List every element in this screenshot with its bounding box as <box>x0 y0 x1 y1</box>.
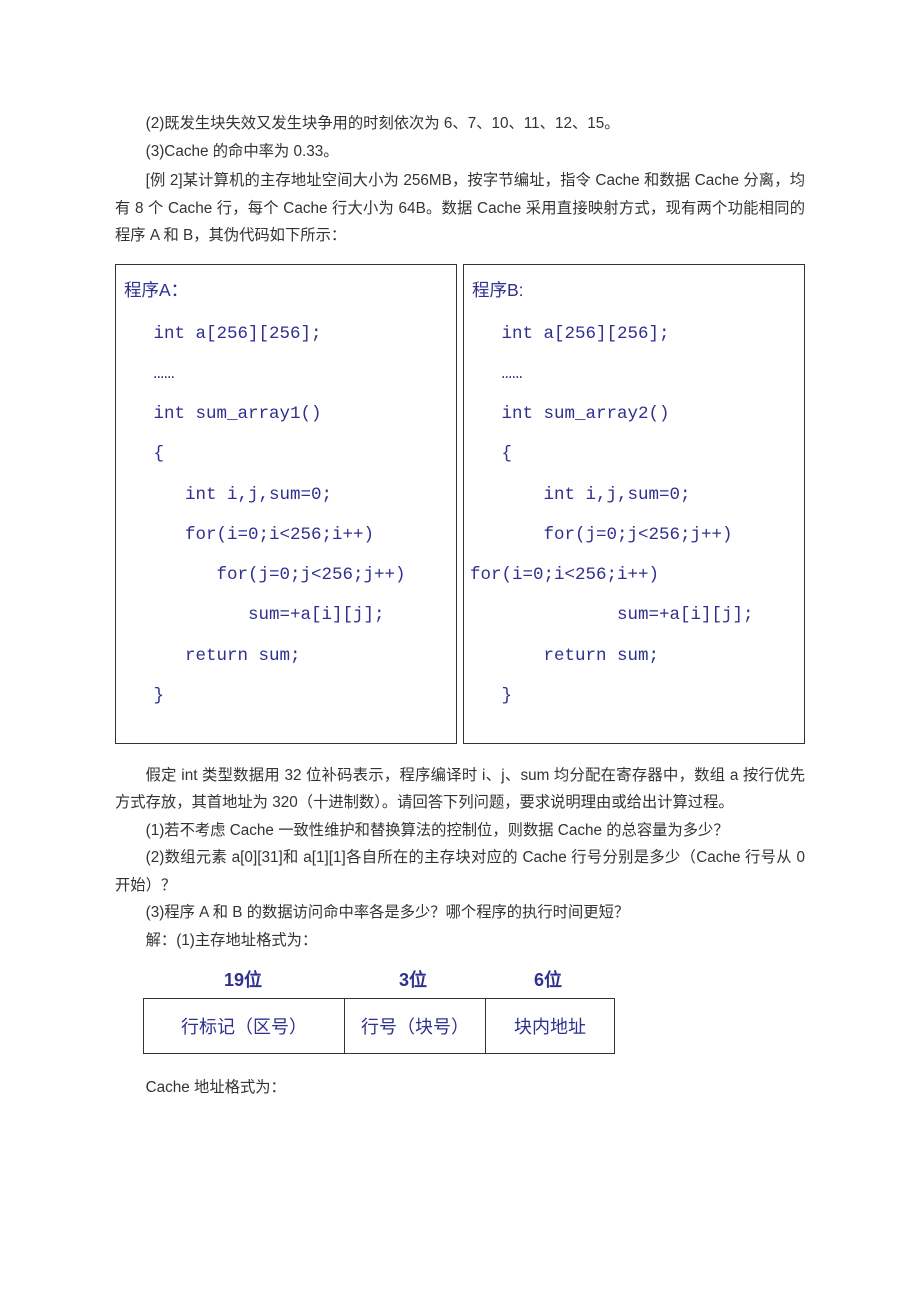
code-line: for(i=0;i<256;i++) <box>122 515 444 555</box>
para-q1: (1)若不考虑 Cache 一致性维护和替换算法的控制位，则数据 Cache 的… <box>115 817 805 845</box>
code-line: int i,j,sum=0; <box>122 475 444 515</box>
code-a-title: 程序A： <box>124 277 444 302</box>
code-line: sum=+a[i][j]; <box>122 595 444 635</box>
para-answer-3: (3)Cache 的命中率为 0.33。 <box>115 138 805 166</box>
code-panels: 程序A： int a[256][256]; …… int sum_array1(… <box>115 264 805 744</box>
code-line: for(i=0;i<256;i++) <box>470 555 792 595</box>
para-assumption: 假定 int 类型数据用 32 位补码表示，程序编译时 i、j、sum 均分配在… <box>115 762 805 817</box>
para-cache-addr-lead: Cache 地址格式为： <box>115 1074 805 1102</box>
document-page: (2)既发生块失效又发生块争用的时刻依次为 6、7、10、11、12、15。 (… <box>0 0 920 1302</box>
code-line: sum=+a[i][j]; <box>470 595 792 635</box>
para-answer-2: (2)既发生块失效又发生块争用的时刻依次为 6、7、10、11、12、15。 <box>115 110 805 138</box>
para-q3: (3)程序 A 和 B 的数据访问命中率各是多少？哪个程序的执行时间更短？ <box>115 899 805 927</box>
code-line: int sum_array2() <box>470 394 792 434</box>
code-line: int a[256][256]; <box>470 314 792 354</box>
code-line: } <box>122 676 444 716</box>
code-line: int sum_array1() <box>122 394 444 434</box>
code-line: …… <box>122 354 444 394</box>
code-line: int a[256][256]; <box>122 314 444 354</box>
addr-table: 行标记（区号） 行号（块号） 块内地址 <box>143 998 615 1054</box>
code-line: } <box>470 676 792 716</box>
code-line: …… <box>470 354 792 394</box>
code-line: return sum; <box>122 636 444 676</box>
para-solution-lead: 解：(1)主存地址格式为： <box>115 927 805 955</box>
code-line: int i,j,sum=0; <box>470 475 792 515</box>
addr-header-3: 3位 <box>343 966 483 992</box>
addr-cell-line: 行号（块号） <box>345 999 486 1053</box>
para-example-2-stem: [例 2]某计算机的主存地址空间大小为 256MB，按字节编址，指令 Cache… <box>115 167 805 250</box>
code-line: { <box>470 434 792 474</box>
code-line: { <box>122 434 444 474</box>
addr-header-6: 6位 <box>483 966 613 992</box>
para-q2: (2)数组元素 a[0][31]和 a[1][1]各自所在的主存块对应的 Cac… <box>115 844 805 899</box>
code-line: for(j=0;j<256;j++) <box>470 515 792 555</box>
code-panel-b: 程序B: int a[256][256]; …… int sum_array2(… <box>463 264 805 744</box>
addr-cell-tag: 行标记（区号） <box>144 999 345 1053</box>
addr-header: 19位 3位 6位 <box>143 966 613 992</box>
code-panel-a: 程序A： int a[256][256]; …… int sum_array1(… <box>115 264 457 744</box>
code-b-title: 程序B: <box>472 277 792 302</box>
addr-cell-offset: 块内地址 <box>486 999 614 1053</box>
code-line: for(j=0;j<256;j++) <box>122 555 444 595</box>
code-line: return sum; <box>470 636 792 676</box>
addr-header-19: 19位 <box>143 966 343 992</box>
